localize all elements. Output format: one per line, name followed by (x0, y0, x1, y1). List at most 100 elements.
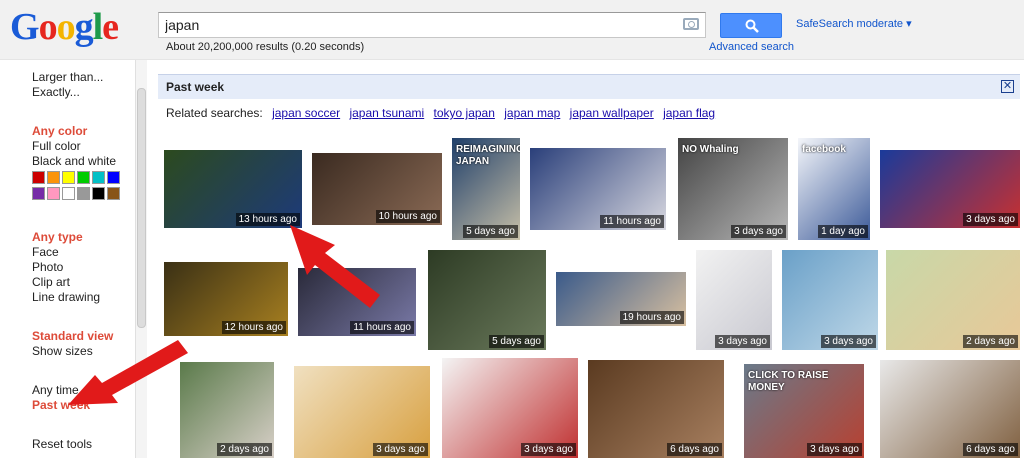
close-icon[interactable]: ✕ (1001, 80, 1014, 93)
image-result-thumbnail[interactable]: 11 hours ago (530, 148, 666, 230)
scrollbar-thumb[interactable] (137, 88, 146, 328)
type-photo[interactable]: Photo (32, 260, 63, 275)
thumbnail-age: 19 hours ago (619, 311, 684, 324)
image-result-thumbnail[interactable]: 2 days ago (180, 362, 274, 458)
search-input[interactable] (159, 13, 659, 37)
color-swatch[interactable] (32, 171, 45, 184)
search-box[interactable] (158, 12, 706, 38)
color-swatches (32, 171, 134, 203)
size-exactly[interactable]: Exactly... (32, 85, 80, 100)
color-swatch[interactable] (47, 171, 60, 184)
thumbnail-age: 5 days ago (489, 335, 544, 348)
image-result-thumbnail[interactable]: 13 hours ago (164, 150, 302, 228)
color-swatch[interactable] (62, 187, 75, 200)
time-any[interactable]: Any time (32, 383, 79, 398)
color-swatch[interactable] (62, 171, 75, 184)
image-result-thumbnail[interactable]: 3 days ago (696, 250, 772, 350)
safesearch-dropdown[interactable]: SafeSearch moderate ▾ (796, 17, 912, 30)
camera-icon[interactable] (683, 18, 699, 30)
thumbnail-age: 6 days ago (667, 443, 722, 456)
related-term-japan-map[interactable]: japan map (504, 106, 560, 120)
related-label: Related searches: (166, 106, 263, 120)
type-any[interactable]: Any type (32, 230, 83, 245)
thumbnail-caption: facebook (802, 144, 846, 155)
logo-letter: e (102, 6, 119, 48)
time-past-week[interactable]: Past week (32, 398, 90, 413)
image-result-thumbnail[interactable]: NO Whaling 3 days ago (678, 138, 788, 240)
type-face[interactable]: Face (32, 245, 59, 260)
type-clip-art[interactable]: Clip art (32, 275, 70, 290)
image-result-thumbnail[interactable]: 3 days ago (294, 366, 430, 458)
thumbnail-age: 2 days ago (217, 443, 272, 456)
image-result-thumbnail[interactable]: 6 days ago (880, 360, 1020, 458)
thumbnail-age: 3 days ago (521, 443, 576, 456)
related-term-japan-wallpaper[interactable]: japan wallpaper (570, 106, 654, 120)
image-result-thumbnail[interactable]: 11 hours ago (298, 268, 416, 336)
related-term-japan-soccer[interactable]: japan soccer (272, 106, 340, 120)
image-result-thumbnail[interactable]: CLICK TO RAISE MONEY 3 days ago (744, 364, 864, 458)
thumbnail-age: 3 days ago (373, 443, 428, 456)
thumbnail-age: 2 days ago (963, 335, 1018, 348)
color-full[interactable]: Full color (32, 139, 81, 154)
related-term-tokyo-japan[interactable]: tokyo japan (434, 106, 495, 120)
logo-letter: o (38, 6, 58, 48)
color-swatch[interactable] (107, 171, 120, 184)
color-black-white[interactable]: Black and white (32, 154, 116, 169)
thumbnail-age: 11 hours ago (600, 215, 664, 228)
color-swatch[interactable] (77, 187, 90, 200)
thumbnail-age: 3 days ago (963, 213, 1018, 226)
thumbnail-age: 1 day ago (818, 225, 868, 238)
thumbnail-age: 3 days ago (731, 225, 786, 238)
view-standard[interactable]: Standard view (32, 329, 113, 344)
advanced-search-link[interactable]: Advanced search (709, 41, 794, 53)
color-any[interactable]: Any color (32, 124, 87, 139)
color-swatch[interactable] (32, 187, 45, 200)
logo-letter: g (74, 6, 94, 48)
logo-letter: l (92, 6, 104, 48)
size-larger-than[interactable]: Larger than... (32, 70, 103, 85)
reset-tools-link[interactable]: Reset tools (32, 437, 92, 452)
thumbnail-age: 3 days ago (807, 443, 862, 456)
color-swatch[interactable] (92, 187, 105, 200)
color-swatch[interactable] (92, 171, 105, 184)
filter-title: Past week (166, 80, 225, 94)
thumbnail-age: 11 hours ago (350, 321, 414, 334)
color-swatch[interactable] (77, 171, 90, 184)
image-result-thumbnail[interactable]: facebook 1 day ago (798, 138, 870, 240)
image-result-thumbnail[interactable]: REIMAGINING JAPAN 5 days ago (452, 138, 520, 240)
image-result-thumbnail[interactable]: 12 hours ago (164, 262, 288, 336)
results-filter-bar: Past week ✕ (158, 74, 1020, 99)
image-result-thumbnail[interactable]: 6 days ago (588, 360, 724, 458)
type-line-drawing[interactable]: Line drawing (32, 290, 100, 305)
google-logo[interactable]: Google (10, 6, 119, 48)
search-icon (745, 19, 759, 33)
sidebar-scrollbar[interactable] (135, 60, 147, 458)
thumbnail-age: 3 days ago (715, 335, 770, 348)
view-show-sizes[interactable]: Show sizes (32, 344, 93, 359)
image-result-thumbnail[interactable]: 3 days ago (442, 358, 578, 458)
search-button[interactable] (720, 13, 782, 38)
image-result-thumbnail[interactable]: 3 days ago (880, 150, 1020, 228)
related-searches: Related searches: japan soccer japan tsu… (166, 106, 715, 120)
thumbnail-age: 12 hours ago (221, 321, 286, 334)
thumbnail-age: 3 days ago (821, 335, 876, 348)
header: Google About 20,200,000 results (0.20 se… (0, 0, 1024, 60)
logo-letter: o (56, 6, 76, 48)
thumbnail-age: 6 days ago (963, 443, 1018, 456)
result-stats: About 20,200,000 results (0.20 seconds) (166, 41, 365, 53)
image-result-thumbnail[interactable]: 5 days ago (428, 250, 546, 350)
image-result-thumbnail[interactable]: 3 days ago (782, 250, 878, 350)
thumbnail-age: 13 hours ago (235, 213, 300, 226)
thumbnail-caption: CLICK TO RAISE MONEY (748, 370, 829, 393)
color-swatch[interactable] (47, 187, 60, 200)
image-result-thumbnail[interactable]: 19 hours ago (556, 272, 686, 326)
thumbnail-age: 10 hours ago (375, 210, 440, 223)
thumbnail-caption: REIMAGINING JAPAN (456, 144, 520, 167)
color-swatch[interactable] (107, 187, 120, 200)
related-term-japan-flag[interactable]: japan flag (663, 106, 715, 120)
related-term-japan-tsunami[interactable]: japan tsunami (349, 106, 424, 120)
thumbnail-age: 5 days ago (463, 225, 518, 238)
image-result-thumbnail[interactable]: 10 hours ago (312, 153, 442, 225)
thumbnail-caption: NO Whaling (682, 144, 739, 155)
image-result-thumbnail[interactable]: 2 days ago (886, 250, 1020, 350)
